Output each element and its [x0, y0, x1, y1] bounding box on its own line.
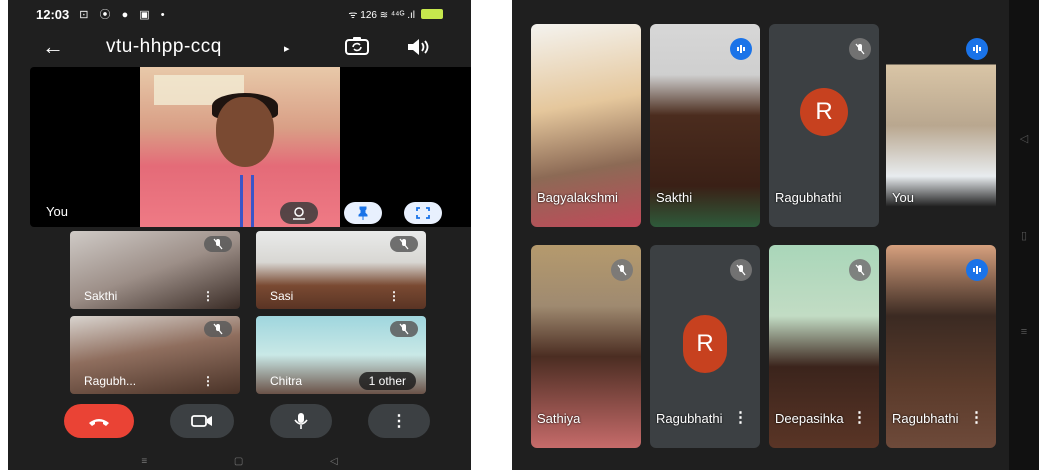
avatar: R	[683, 315, 727, 373]
participant-tile[interactable]: R Ragubhathi ⋮	[650, 245, 760, 448]
status-notification-icons: ⊡ ⦿ ● ▣ •	[79, 9, 169, 21]
tablet-meet-grid: Bagyalakshmi Sakthi R Ragubhathi You Sat…	[512, 0, 1039, 470]
tablet-nav-bar: ◁ ▯ ≡	[1009, 0, 1039, 470]
participant-name: Sasi	[270, 289, 294, 303]
participant-tile[interactable]: R Ragubhathi	[769, 24, 879, 227]
participant-tile[interactable]: Bagyalakshmi	[531, 24, 641, 227]
caret-right-icon[interactable]: ▸	[284, 42, 290, 55]
nav-home-icon[interactable]: ▢	[234, 456, 243, 467]
android-nav-bar: ≡ ▢ ◁	[8, 452, 471, 470]
mic-off-icon	[204, 236, 232, 252]
participant-tile[interactable]: Ragubh... ⋮	[70, 316, 240, 394]
mic-off-icon	[849, 38, 871, 60]
speaking-indicator-icon	[966, 259, 988, 281]
participant-tile[interactable]: Sakthi ⋮	[70, 231, 240, 309]
nav-menu-icon[interactable]: ≡	[1021, 326, 1027, 338]
participant-tile[interactable]: Ragubhathi ⋮	[886, 245, 996, 448]
participant-name: Sakthi	[656, 190, 693, 205]
participant-tile[interactable]: Sakthi	[650, 24, 760, 227]
screenshot-root: 12:03 ⊡ ⦿ ● ▣ • ᯤ 126 ≋ ⁴⁴ᴳ .ıl ← vtu-hh…	[0, 0, 1039, 470]
meeting-code[interactable]: vtu-hhpp-ccq	[106, 36, 222, 58]
more-options-icon[interactable]: ⋮	[969, 408, 984, 426]
participant-tile[interactable]: Deepasihka ⋮	[769, 245, 879, 448]
others-count-pill[interactable]: 1 other	[358, 372, 416, 390]
participant-name: Sathiya	[537, 411, 581, 426]
avatar: R	[800, 88, 848, 136]
battery-icon	[421, 9, 443, 19]
participant-tile[interactable]: You	[886, 24, 996, 227]
nav-menu-icon[interactable]: ≡	[141, 456, 147, 467]
signal-icons: ᯤ 126 ≋ ⁴⁴ᴳ .ıl	[348, 10, 415, 21]
nav-back-icon[interactable]: ◁	[330, 456, 338, 467]
participant-name: Ragubh...	[84, 374, 137, 388]
call-header: ← vtu-hhpp-ccq ▸	[8, 30, 471, 64]
self-label: You	[46, 204, 68, 219]
speaking-indicator-icon	[966, 38, 988, 60]
participant-name: Deepasihka	[775, 411, 844, 426]
end-call-button[interactable]	[64, 404, 134, 438]
participant-tile[interactable]: Sasi ⋮	[256, 231, 426, 309]
nav-home-icon[interactable]: ▯	[1021, 229, 1027, 242]
participant-tile[interactable]: Chitra 1 other	[256, 316, 426, 394]
pin-button[interactable]	[344, 202, 382, 224]
camera-toggle-button[interactable]	[170, 404, 234, 438]
back-arrow-icon[interactable]: ←	[42, 34, 64, 60]
more-vert-icon: ⋮	[391, 413, 407, 430]
mic-off-icon	[390, 321, 418, 337]
switch-camera-icon[interactable]	[345, 36, 369, 61]
participant-tile[interactable]: Sathiya	[531, 245, 641, 448]
more-options-icon[interactable]: ⋮	[852, 408, 867, 426]
status-time: 12:03	[36, 6, 70, 22]
effects-button[interactable]	[280, 202, 318, 224]
participant-name: Sakthi	[84, 289, 118, 303]
participant-name: Ragubhathi	[775, 190, 842, 205]
fullscreen-button[interactable]	[404, 202, 442, 224]
status-right: ᯤ 126 ≋ ⁴⁴ᴳ .ıl	[348, 7, 443, 21]
mic-toggle-button[interactable]	[270, 404, 332, 438]
more-options-icon[interactable]: ⋮	[733, 408, 748, 426]
mic-off-icon	[204, 321, 232, 337]
nav-back-icon[interactable]: ◁	[1020, 132, 1028, 145]
more-options-icon[interactable]: ⋮	[202, 374, 214, 388]
mic-off-icon	[611, 259, 633, 281]
person-face	[216, 97, 274, 167]
participant-name: Bagyalakshmi	[537, 190, 618, 205]
more-options-button[interactable]: ⋮	[368, 404, 430, 438]
participant-name: Ragubhathi	[892, 411, 959, 426]
speaker-icon[interactable]	[406, 38, 430, 61]
participant-name: Chitra	[270, 374, 303, 388]
status-bar: 12:03 ⊡ ⦿ ● ▣ • ᯤ 126 ≋ ⁴⁴ᴳ .ıl	[8, 0, 471, 28]
self-video-tile[interactable]: You	[30, 67, 471, 227]
participant-name: Ragubhathi	[656, 411, 723, 426]
speaking-indicator-icon	[730, 38, 752, 60]
mic-off-icon	[730, 259, 752, 281]
participant-name: You	[892, 190, 914, 205]
more-options-icon[interactable]: ⋮	[202, 289, 214, 303]
phone-meet-call: 12:03 ⊡ ⦿ ● ▣ • ᯤ 126 ≋ ⁴⁴ᴳ .ıl ← vtu-hh…	[8, 0, 471, 470]
mic-off-icon	[849, 259, 871, 281]
more-options-icon[interactable]: ⋮	[388, 289, 400, 303]
lanyard	[240, 175, 254, 227]
mic-off-icon	[390, 236, 418, 252]
